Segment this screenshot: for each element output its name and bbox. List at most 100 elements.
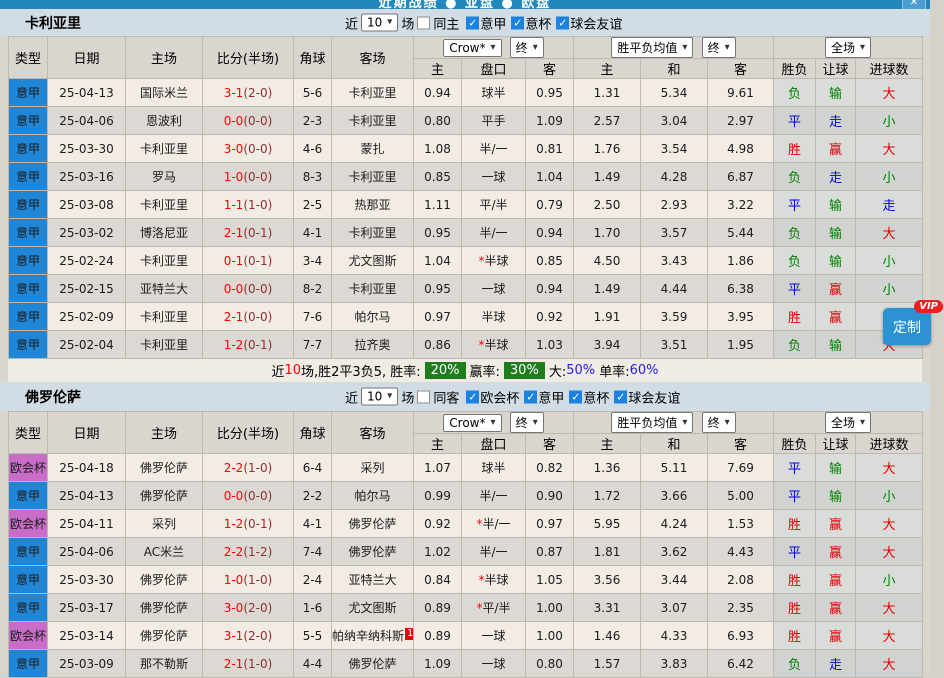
result-wdl-cell: 负	[774, 247, 816, 275]
chevron-down-icon: ▾	[533, 43, 538, 53]
score-cell: 2-2(1-0)	[203, 454, 294, 482]
away-team-name: 帕尔马	[354, 489, 390, 503]
result-wdl-cell: 平	[774, 482, 816, 510]
league-cell: 意甲	[9, 107, 48, 135]
home-team-cell: 卡利亚里	[126, 303, 203, 331]
result-value: 小	[883, 115, 896, 130]
score-cell: 1-0(0-0)	[203, 163, 294, 191]
match-row: 欧会杯25-03-14佛罗伦萨3-1(2-0)5-5帕纳辛纳科斯10.89一球1…	[9, 622, 923, 650]
odds-final-select[interactable]: 终▾	[510, 412, 544, 433]
col-odds-away: 客	[526, 59, 574, 79]
result-wdl-cell: 胜	[774, 566, 816, 594]
league-checkbox[interactable]: ✓	[466, 390, 479, 403]
avg-away-cell: 3.95	[708, 303, 774, 331]
odds-home-cell: 0.99	[414, 482, 462, 510]
result-value: 输	[829, 339, 842, 354]
odds-group-header: Crow*▾ 终▾	[414, 412, 574, 434]
games-unit-label: 场	[401, 387, 414, 406]
avg-home-cell: 1.36	[574, 454, 641, 482]
avg-away-cell: 2.97	[708, 107, 774, 135]
league-checkbox[interactable]: ✓	[466, 16, 479, 29]
score-cell: 2-2(1-2)	[203, 538, 294, 566]
league-checkbox[interactable]: ✓	[556, 16, 569, 29]
score-cell: 0-0(0-0)	[203, 107, 294, 135]
avg-select[interactable]: 胜平负均值▾	[611, 37, 693, 58]
result-value: 赢	[829, 546, 842, 561]
col-result-goals: 进球数	[856, 434, 923, 454]
odds-source-select[interactable]: Crow*▾	[443, 39, 501, 57]
match-row: 欧会杯25-04-11采列1-2(0-1)4-1佛罗伦萨0.92*半/一0.97…	[9, 510, 923, 538]
col-odds-hcp: 盘口	[462, 59, 526, 79]
match-row: 意甲25-04-13佛罗伦萨0-0(0-0)2-2帕尔马0.99半/一0.901…	[9, 482, 923, 510]
home-team-cell: 罗马	[126, 163, 203, 191]
away-team-name: 卡利亚里	[348, 226, 396, 240]
score-cell: 2-1(0-0)	[203, 303, 294, 331]
customize-button[interactable]: 定制	[883, 308, 931, 345]
corners-cell: 8-2	[294, 275, 332, 303]
odds-final-select[interactable]: 终▾	[510, 37, 544, 58]
avg-final-select[interactable]: 终▾	[702, 37, 736, 58]
col-score: 比分(半场)	[203, 412, 294, 454]
result-value: 大	[883, 518, 896, 533]
score-cell: 1-0(1-0)	[203, 566, 294, 594]
corners-cell: 2-3	[294, 107, 332, 135]
result-handicap-cell: 赢	[816, 622, 856, 650]
league-checkbox[interactable]: ✓	[511, 16, 524, 29]
result-value: 赢	[829, 602, 842, 617]
result-goals-cell: 大	[856, 135, 923, 163]
avg-away-cell: 1.53	[708, 510, 774, 538]
score-cell: 1-2(0-1)	[203, 331, 294, 359]
away-team-name: 帕尔马	[354, 310, 390, 324]
avg-away-cell: 6.42	[708, 650, 774, 678]
col-type: 类型	[9, 412, 48, 454]
handicap-cell: *半球	[462, 247, 526, 275]
date-cell: 25-04-06	[48, 538, 126, 566]
away-team-name: 卡利亚里	[348, 282, 396, 296]
odds-group-header: Crow*▾ 终▾	[414, 37, 574, 59]
result-value: 小	[883, 490, 896, 505]
away-team-name: 亚特兰大	[348, 573, 396, 587]
league-checkbox[interactable]: ✓	[614, 390, 627, 403]
odds-away-cell: 0.94	[526, 275, 574, 303]
odds-home-cell: 0.97	[414, 303, 462, 331]
avg-away-cell: 9.61	[708, 79, 774, 107]
scope-select[interactable]: 全场▾	[825, 37, 871, 58]
close-icon: ✕	[910, 0, 918, 8]
scope-select[interactable]: 全场▾	[825, 412, 871, 433]
odds-source-select[interactable]: Crow*▾	[443, 414, 501, 432]
result-value: 小	[883, 171, 896, 186]
league-checkbox[interactable]: ✓	[524, 390, 537, 403]
recent-games-select[interactable]: 10▾	[361, 14, 398, 32]
fulltime-score: 0-1	[224, 254, 244, 268]
league-checkbox-label: 意杯	[583, 387, 609, 406]
result-handicap-cell: 赢	[816, 510, 856, 538]
league-cell: 意甲	[9, 135, 48, 163]
league-cell: 欧会杯	[9, 622, 48, 650]
league-checkbox[interactable]: ✓	[569, 390, 582, 403]
recent-games-select[interactable]: 10▾	[361, 388, 398, 406]
chevron-down-icon: ▾	[860, 418, 865, 428]
matches-tbody: 欧会杯25-04-18佛罗伦萨2-2(1-0)6-4采列1.07球半0.821.…	[9, 454, 923, 678]
halftime-score: (2-0)	[243, 629, 272, 643]
summary-segment: 场,胜2平3负5, 胜率:	[301, 361, 421, 380]
close-button[interactable]: ✕	[902, 0, 926, 9]
avg-final-select[interactable]: 终▾	[702, 412, 736, 433]
top-bar: 近期战绩 ● 亚盘 ● 欧盘 ✕	[0, 0, 930, 9]
avg-home-cell: 3.94	[574, 331, 641, 359]
avg-select[interactable]: 胜平负均值▾	[611, 412, 693, 433]
fulltime-score: 2-2	[224, 461, 244, 475]
chevron-down-icon: ▾	[491, 418, 496, 428]
score-cell: 3-1(2-0)	[203, 79, 294, 107]
chevron-down-icon: ▾	[533, 418, 538, 428]
chevron-down-icon: ▾	[387, 392, 392, 402]
filter-bar: 近 10▾ 场 同客 ✓欧会杯✓意甲✓意杯✓球会友谊	[345, 387, 680, 406]
avg-draw-cell: 3.44	[641, 566, 708, 594]
away-team-cell: 佛罗伦萨	[332, 650, 414, 678]
same-venue-checkbox[interactable]	[417, 16, 430, 29]
home-team-cell: 国际米兰	[126, 79, 203, 107]
league-cell: 意甲	[9, 594, 48, 622]
same-venue-checkbox[interactable]	[417, 390, 430, 403]
away-team-name: 帕纳辛纳科斯	[332, 629, 404, 643]
avg-home-cell: 4.50	[574, 247, 641, 275]
result-value: 胜	[788, 630, 801, 645]
